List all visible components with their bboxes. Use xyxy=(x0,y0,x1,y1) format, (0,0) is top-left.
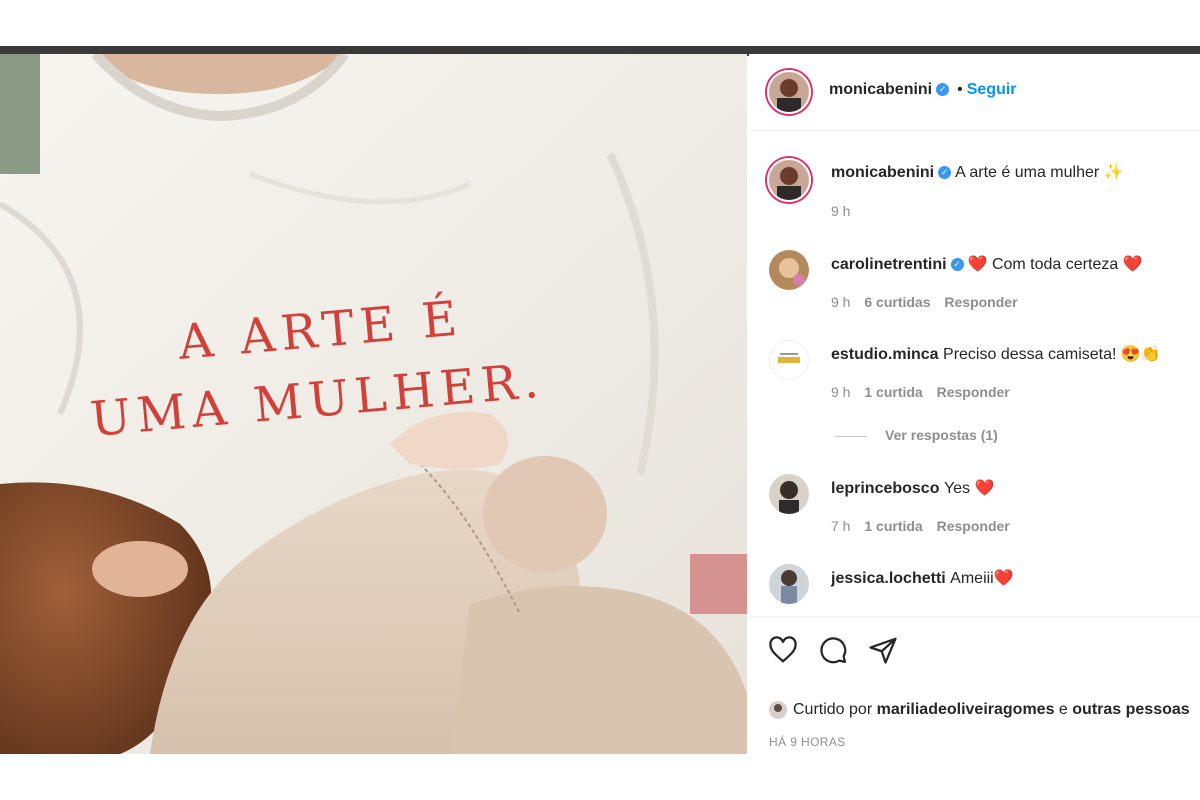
comment-item: estudio.minca Preciso dessa camiseta! 😍👏… xyxy=(749,336,1200,446)
commenter-avatar[interactable] xyxy=(769,340,809,380)
commenter-username[interactable]: carolinetrentini xyxy=(831,256,947,273)
comment-item: leprincebosco Yes ❤️ 7 h 1 curtida Respo… xyxy=(749,470,1200,540)
share-send-icon[interactable] xyxy=(868,635,898,670)
emoji-icons: 😍👏 xyxy=(1120,346,1161,363)
caption-time: 9 h xyxy=(831,203,851,219)
post-actions: Curtido por mariliadeoliveiragomes e out… xyxy=(749,616,1200,754)
comment-likes[interactable]: 1 curtida xyxy=(864,384,922,400)
others-link[interactable]: outras pessoas xyxy=(1072,701,1189,718)
view-replies-label: Ver respostas (1) xyxy=(885,427,998,443)
commenter-username[interactable]: estudio.minca xyxy=(831,346,939,363)
sparkles-icon: ✨ xyxy=(1103,164,1124,181)
comment-bubble-icon[interactable] xyxy=(818,635,848,670)
author-username[interactable]: monicabenini xyxy=(829,81,932,98)
commenter-avatar[interactable] xyxy=(769,250,809,290)
commenter-username[interactable]: jessica.lochetti xyxy=(831,570,946,587)
commenter-avatar[interactable] xyxy=(769,564,809,604)
like-heart-icon[interactable] xyxy=(768,635,798,670)
heart-emoji-icon: ❤️ xyxy=(993,570,1014,587)
reply-button[interactable]: Responder xyxy=(944,294,1017,310)
follow-button[interactable]: Seguir xyxy=(967,81,1017,98)
heart-emoji-icon: ❤️ xyxy=(1122,256,1143,273)
verified-icon: ✓ xyxy=(936,83,950,97)
comment-time: 7 h xyxy=(831,518,851,534)
author-avatar[interactable] xyxy=(767,70,811,114)
post-side-panel: monicabenini ✓ • Seguir monicabenini ✓ A arte… xyxy=(749,54,1200,754)
verified-icon: ✓ xyxy=(950,258,964,272)
view-replies-button[interactable]: Ver respostas (1) xyxy=(835,427,998,443)
comment-text: Ameiii xyxy=(950,570,994,587)
liker-username[interactable]: mariliadeoliveiragomes xyxy=(877,701,1055,718)
liked-by-and: e xyxy=(1058,701,1068,719)
comment-time: 9 h xyxy=(831,294,851,310)
verified-icon: ✓ xyxy=(938,166,952,180)
caption-text: A arte é uma mulher xyxy=(955,164,1100,181)
commenter-avatar[interactable] xyxy=(769,474,809,514)
reply-button[interactable]: Responder xyxy=(937,384,1010,400)
comment-text: Preciso dessa camiseta! xyxy=(943,346,1117,363)
caption-avatar[interactable] xyxy=(767,158,811,202)
comment-item: carolinetrentini ✓ ❤️ Com toda certeza ❤️ … xyxy=(749,246,1200,316)
caption: monicabenini ✓ A arte é uma mulher ✨ 9 h xyxy=(749,154,1200,224)
reply-button[interactable]: Responder xyxy=(937,518,1010,534)
comment-likes[interactable]: 6 curtidas xyxy=(864,294,930,310)
post-photo[interactable]: A ARTE É UMA MULHER. xyxy=(0,54,747,754)
heart-emoji-icon: ❤️ xyxy=(974,480,995,497)
comment-text: Com toda certeza xyxy=(991,256,1119,273)
commenter-username[interactable]: leprincebosco xyxy=(831,480,939,497)
post-header: monicabenini ✓ • Seguir xyxy=(749,54,1200,131)
comment-item: jessica.lochetti Ameiii❤️ xyxy=(749,560,1200,616)
divider-line xyxy=(835,435,867,437)
comment-time: 9 h xyxy=(831,384,851,400)
separator-dot: • xyxy=(957,81,963,98)
comment-text: Yes xyxy=(943,480,971,497)
comment-likes[interactable]: 1 curtida xyxy=(864,518,922,534)
liked-by-prefix: Curtido por xyxy=(793,701,873,719)
liked-by: Curtido por mariliadeoliveiragomes e out… xyxy=(769,701,1190,719)
liker-avatar[interactable] xyxy=(769,701,787,719)
post-timestamp[interactable]: HÁ 9 HORAS xyxy=(769,735,846,749)
caption-username[interactable]: monicabenini xyxy=(831,164,934,181)
heart-emoji-icon: ❤️ xyxy=(967,256,988,273)
